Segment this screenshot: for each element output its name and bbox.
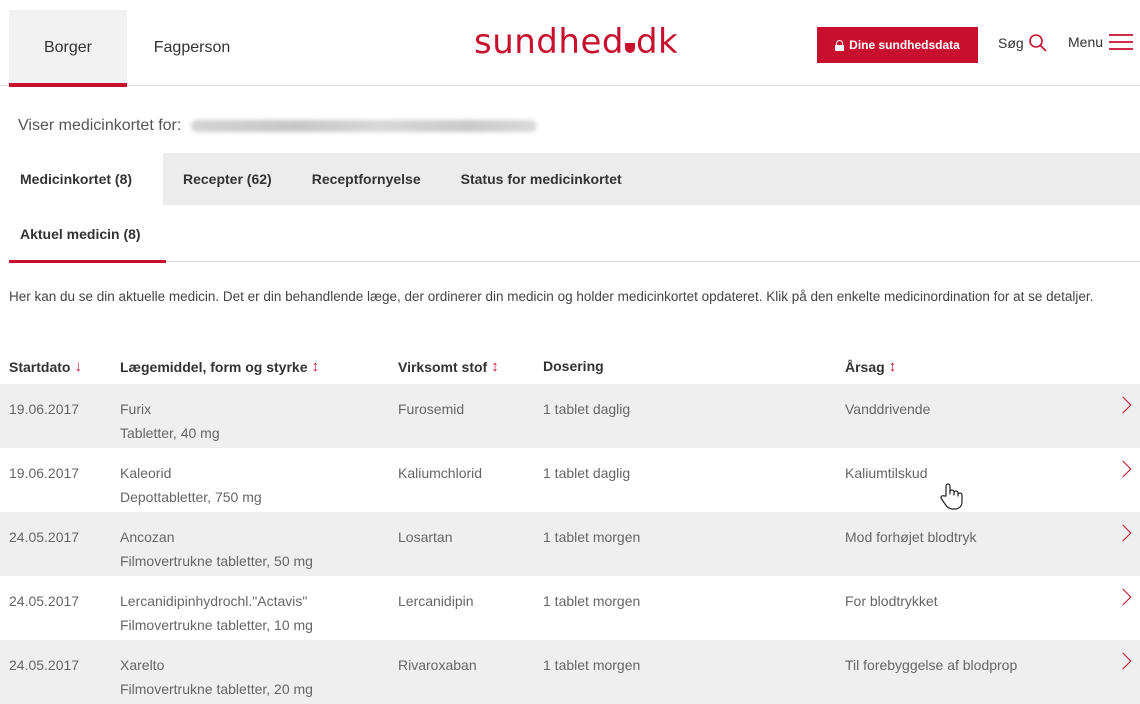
site-header: Borger Fagperson sundhed dk Dine sundheds… bbox=[0, 0, 1140, 87]
chevron-right-icon[interactable] bbox=[1114, 460, 1132, 478]
logo-text-a: sundhed bbox=[474, 22, 624, 62]
column-label: Årsag bbox=[845, 358, 885, 375]
column-label: Startdato bbox=[9, 358, 71, 375]
table-row[interactable]: 24.05.2017 Ancozan Filmovertrukne tablet… bbox=[0, 512, 1140, 576]
cell-form: Filmovertrukne tabletter, 20 mg bbox=[120, 681, 313, 697]
tab-status-medicinkortet[interactable]: Status for medicinkortet bbox=[441, 153, 642, 205]
table-row[interactable]: 19.06.2017 Furix Tabletter, 40 mg Furose… bbox=[0, 384, 1140, 448]
table-header: Startdato ↓ Lægemiddel, form og styrke ↕ V… bbox=[0, 354, 1140, 384]
cell-date: 19.06.2017 bbox=[9, 465, 80, 481]
main-tabs: Medicinkortet (8) Recepter (62) Receptfo… bbox=[9, 153, 1140, 205]
hamburger-icon bbox=[1109, 34, 1134, 50]
column-header-laegemiddel[interactable]: Lægemiddel, form og styrke ↕ bbox=[120, 358, 319, 375]
cell-substance: Lercanidipin bbox=[398, 593, 474, 609]
column-label: Dosering bbox=[543, 358, 604, 374]
patient-label: Viser medicinkortet for: bbox=[18, 117, 182, 134]
cell-form: Tabletter, 40 mg bbox=[120, 425, 220, 441]
cell-date: 24.05.2017 bbox=[9, 657, 80, 673]
cell-substance: Losartan bbox=[398, 529, 453, 545]
table-row[interactable]: 24.05.2017 Xarelto Filmovertrukne tablet… bbox=[0, 640, 1140, 704]
cell-substance: Rivaroxaban bbox=[398, 657, 477, 673]
cell-dosage: 1 tablet daglig bbox=[543, 401, 631, 417]
sort-both-icon: ↕ bbox=[311, 358, 319, 375]
search-label: Søg bbox=[998, 35, 1024, 51]
column-header-aarsag[interactable]: Årsag ↕ bbox=[845, 358, 896, 375]
cell-reason: For blodtrykket bbox=[845, 593, 938, 609]
menu-label: Menu bbox=[1068, 34, 1104, 50]
cell-drug: Lercanidipinhydrochl."Actavis" bbox=[120, 593, 308, 609]
cell-date: 24.05.2017 bbox=[9, 593, 80, 609]
chevron-right-icon[interactable] bbox=[1114, 652, 1132, 670]
intro-text: Her kan du se din aktuelle medicin. Det … bbox=[9, 289, 1094, 304]
cell-form: Filmovertrukne tabletter, 50 mg bbox=[120, 553, 313, 569]
patient-line: Viser medicinkortet for: bbox=[18, 117, 538, 135]
column-header-virksomt-stof[interactable]: Virksomt stof ↕ bbox=[398, 358, 499, 375]
cell-drug: Xarelto bbox=[120, 657, 165, 673]
cell-form: Depottabletter, 750 mg bbox=[120, 489, 262, 505]
menu-button[interactable]: Menu bbox=[1068, 33, 1134, 51]
cell-substance: Furosemid bbox=[398, 401, 465, 417]
column-label: Virksomt stof bbox=[398, 358, 488, 375]
search-button[interactable]: Søg bbox=[998, 33, 1048, 53]
cell-date: 24.05.2017 bbox=[9, 529, 80, 545]
cell-reason: Til forebyggelse af blodprop bbox=[845, 657, 1018, 673]
cell-substance: Kaliumchlorid bbox=[398, 465, 483, 481]
cell-dosage: 1 tablet morgen bbox=[543, 593, 641, 609]
logo-text-b: dk bbox=[635, 22, 679, 62]
chevron-right-icon[interactable] bbox=[1114, 396, 1132, 414]
lock-icon bbox=[835, 39, 845, 51]
table-row[interactable]: 24.05.2017 Lercanidipinhydrochl."Actavis… bbox=[0, 576, 1140, 640]
tab-borger[interactable]: Borger bbox=[9, 10, 127, 87]
hand-cursor-icon bbox=[940, 483, 963, 510]
cell-drug: Kaleorid bbox=[120, 465, 172, 481]
column-header-dosering: Dosering bbox=[543, 358, 604, 374]
dine-sundhedsdata-button[interactable]: Dine sundhedsdata bbox=[817, 27, 978, 63]
search-icon bbox=[1028, 34, 1047, 52]
column-label: Lægemiddel, form og styrke bbox=[120, 358, 308, 375]
cell-reason: Kaliumtilskud bbox=[845, 465, 928, 481]
patient-name-blurred bbox=[191, 120, 538, 132]
tab-receptfornyelse[interactable]: Receptfornyelse bbox=[292, 153, 441, 205]
sort-down-icon: ↓ bbox=[74, 358, 82, 375]
cell-reason: Mod forhøjet blodtryk bbox=[845, 529, 977, 545]
chevron-right-icon[interactable] bbox=[1114, 588, 1132, 606]
tab-recepter[interactable]: Recepter (62) bbox=[163, 153, 292, 205]
cell-reason: Vanddrivende bbox=[845, 401, 931, 417]
cell-date: 19.06.2017 bbox=[9, 401, 80, 417]
chevron-right-icon[interactable] bbox=[1114, 524, 1132, 542]
data-button-label: Dine sundhedsdata bbox=[849, 38, 960, 52]
tab-medicinkortet[interactable]: Medicinkortet (8) bbox=[9, 153, 163, 205]
logo-dot-icon bbox=[624, 43, 635, 53]
sort-both-icon: ↕ bbox=[491, 358, 499, 375]
cell-drug: Ancozan bbox=[120, 529, 175, 545]
tab-fagperson[interactable]: Fagperson bbox=[132, 10, 252, 86]
sub-tabs: Aktuel medicin (8) bbox=[9, 205, 1140, 263]
tab-aktuel-medicin[interactable]: Aktuel medicin (8) bbox=[9, 205, 166, 263]
table-row[interactable]: 19.06.2017 Kaleorid Depottabletter, 750 … bbox=[0, 448, 1140, 512]
cell-dosage: 1 tablet morgen bbox=[543, 529, 641, 545]
cell-dosage: 1 tablet morgen bbox=[543, 657, 641, 673]
cell-drug: Furix bbox=[120, 401, 152, 417]
cell-form: Filmovertrukne tabletter, 10 mg bbox=[120, 617, 313, 633]
cell-dosage: 1 tablet daglig bbox=[543, 465, 631, 481]
sundhed-logo[interactable]: sundhed dk bbox=[474, 22, 678, 62]
sort-both-icon: ↕ bbox=[888, 358, 897, 375]
column-header-startdato[interactable]: Startdato ↓ bbox=[9, 358, 82, 375]
